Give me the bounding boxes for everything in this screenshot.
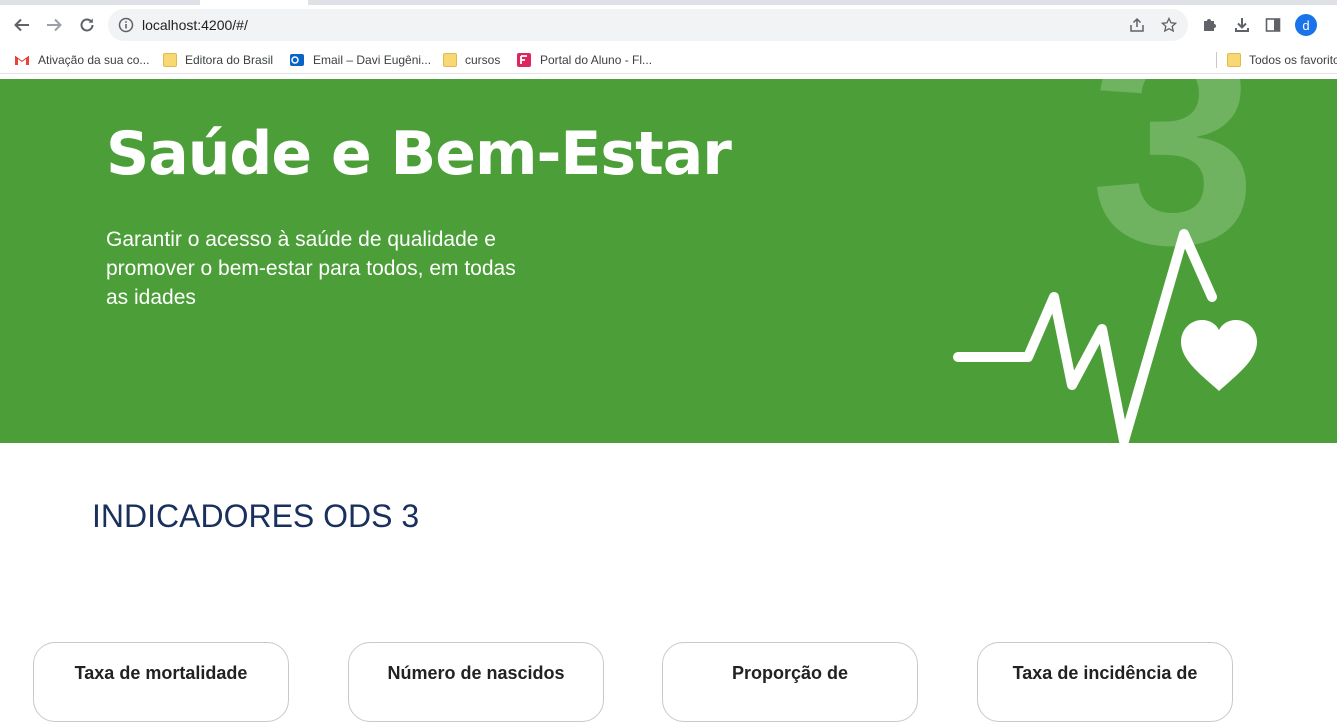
indicator-card[interactable]: Proporção de <box>662 642 918 722</box>
bookmarks-bar: Ativação da sua co... Editora do Brasil … <box>0 45 1337 74</box>
reload-icon <box>80 18 94 32</box>
download-icon <box>1235 18 1249 32</box>
indicator-card[interactable]: Número de nascidos <box>348 642 604 722</box>
all-bookmarks-item[interactable]: Todos os favoritos <box>1227 51 1337 69</box>
side-panel-button[interactable] <box>1263 15 1283 35</box>
card-title: Taxa de incidência de <box>1012 663 1198 683</box>
section-title: INDICADORES ODS 3 <box>92 498 420 534</box>
info-icon[interactable] <box>118 17 134 33</box>
hero-banner: 3 Saúde e Bem-Estar Garantir o acesso à … <box>0 79 1337 443</box>
bookmark-label: Email – Davi Eugêni... <box>313 53 432 67</box>
bookmarks-separator <box>1216 52 1217 68</box>
indicator-card[interactable]: Taxa de mortalidade <box>33 642 289 722</box>
browser-toolbar: localhost:4200/#/ d <box>0 5 1337 45</box>
back-button[interactable] <box>8 11 36 39</box>
bookmark-item[interactable]: Editora do Brasil <box>163 51 273 69</box>
bookmark-item[interactable]: cursos <box>443 51 500 69</box>
url-text[interactable]: localhost:4200/#/ <box>142 17 248 33</box>
share-button[interactable] <box>1128 16 1146 34</box>
gmail-icon <box>14 55 30 65</box>
bookmark-item[interactable]: Portal do Aluno - Fl... <box>516 51 652 69</box>
share-icon <box>1130 17 1144 32</box>
reload-button[interactable] <box>73 11 101 39</box>
folder-icon <box>163 53 177 67</box>
bookmark-item[interactable]: Email – Davi Eugêni... <box>289 51 431 69</box>
star-icon <box>1161 17 1177 33</box>
card-title: Proporção de <box>731 663 849 683</box>
indicator-card[interactable]: Taxa de incidência de <box>977 642 1233 722</box>
bookmark-label: Todos os favoritos <box>1249 53 1337 67</box>
outlook-icon <box>290 54 304 66</box>
bookmark-label: Ativação da sua co... <box>38 53 150 67</box>
card-title: Número de nascidos <box>387 663 565 683</box>
hero-title: Saúde e Bem-Estar <box>106 119 732 189</box>
heartbeat-heart-icon <box>953 229 1257 443</box>
profile-avatar[interactable]: d <box>1295 14 1317 36</box>
bookmark-star-button[interactable] <box>1160 16 1178 34</box>
card-title: Taxa de mortalidade <box>74 663 248 683</box>
portal-icon <box>517 53 531 67</box>
arrow-right-icon <box>47 18 62 32</box>
extensions-button[interactable] <box>1200 15 1220 35</box>
address-bar[interactable]: localhost:4200/#/ <box>108 9 1188 41</box>
bookmark-label: cursos <box>465 53 501 67</box>
folder-icon <box>443 53 457 67</box>
hero-subtitle: Garantir o acesso à saúde de qualidade e… <box>106 228 516 309</box>
side-panel-icon <box>1265 18 1281 32</box>
bookmark-label: Editora do Brasil <box>185 53 274 67</box>
forward-button[interactable] <box>40 11 68 39</box>
folder-icon <box>1227 53 1241 67</box>
puzzle-icon <box>1204 19 1216 31</box>
downloads-button[interactable] <box>1232 15 1252 35</box>
arrow-left-icon <box>14 18 29 32</box>
bookmark-item[interactable]: Ativação da sua co... <box>14 51 149 69</box>
bookmark-label: Portal do Aluno - Fl... <box>540 53 653 67</box>
